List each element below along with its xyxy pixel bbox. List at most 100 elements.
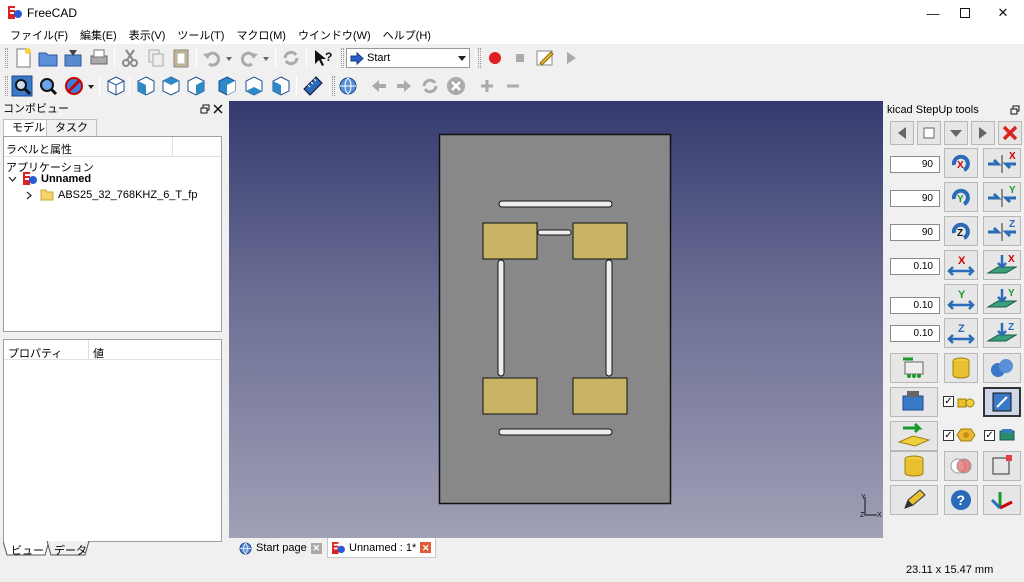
record-macro-icon[interactable] [484,47,506,69]
load-footprint-button[interactable] [890,353,938,383]
nav-close-button[interactable] [998,121,1022,145]
intersect-tool-button[interactable] [944,451,978,481]
reload-icon[interactable] [419,75,441,97]
export-model-button[interactable] [890,387,938,417]
nav-right-button[interactable] [971,121,995,145]
rotate-x-value[interactable]: 90 [890,156,940,173]
option-checkbox-3[interactable]: ✓ [984,430,995,441]
mirror-z-button[interactable]: Z [983,216,1021,246]
copy-icon[interactable] [145,47,167,69]
float-panel-icon[interactable] [1010,105,1020,115]
help-button[interactable]: ? [944,485,978,515]
save-icon[interactable] [62,47,84,69]
fit-all-icon[interactable] [11,75,33,97]
move-z-value[interactable]: 0.10 [890,325,940,342]
menu-tools[interactable]: ツール(T) [171,27,230,43]
tab-unnamed[interactable]: Unnamed : 1* ✕ [327,538,437,558]
axes-tool-button[interactable] [983,485,1021,515]
view-bottom-icon[interactable] [243,75,265,97]
nav-left-button[interactable] [890,121,914,145]
nav-stop-button[interactable] [917,121,941,145]
undo-dropdown-icon[interactable] [224,47,234,69]
cut-icon[interactable] [119,47,141,69]
toolbar-grip[interactable] [5,48,8,68]
rotate-y-button[interactable]: Y [944,182,978,212]
undo-icon[interactable] [201,47,223,69]
zoom-out-icon[interactable] [502,75,524,97]
rotate-x-button[interactable]: X [944,148,978,178]
fit-selection-icon[interactable] [37,75,59,97]
menu-window[interactable]: ウインドウ(W) [292,27,377,43]
view-front-icon[interactable] [135,75,157,97]
redo-icon[interactable] [238,47,260,69]
new-document-icon[interactable] [12,47,34,69]
3d-viewport[interactable]: Y X Z [229,101,883,538]
rotate-z-button[interactable]: Z [944,216,978,246]
redo-dropdown-icon[interactable] [261,47,271,69]
toolbar-grip[interactable] [478,48,481,68]
run-macro-icon[interactable] [560,47,582,69]
chevron-right-icon[interactable] [25,191,34,200]
tab-start-page[interactable]: Start page ✕ [235,538,326,558]
menu-help[interactable]: ヘルプ(H) [377,27,437,43]
align-y-button[interactable]: Y [983,284,1021,314]
menu-macro[interactable]: マクロ(M) [230,27,292,43]
tree-document[interactable]: Unnamed [41,173,91,185]
whats-this-icon[interactable]: ? [311,47,333,69]
menu-view[interactable]: 表示(V) [123,27,172,43]
fuse-tool-button[interactable] [983,353,1021,383]
tab-task[interactable]: タスク [46,119,97,137]
web-globe-icon[interactable] [337,75,359,97]
tab-view[interactable]: ビュー [11,542,44,558]
push-pcb-button[interactable] [890,421,938,451]
mirror-x-button[interactable]: X [983,148,1021,178]
option-checkbox-2[interactable]: ✓ [943,430,954,441]
close-tab-icon[interactable]: ✕ [310,542,322,554]
rotate-z-value[interactable]: 90 [890,224,940,241]
forward-arrow-icon[interactable] [393,75,415,97]
move-x-button[interactable]: X [944,250,978,280]
measure-icon[interactable] [302,75,324,97]
menu-edit[interactable]: 編集(E) [74,27,123,43]
nav-down-button[interactable] [944,121,968,145]
edit-tool-button[interactable] [890,485,938,515]
edit-macro-icon[interactable] [534,47,556,69]
move-y-value[interactable]: 0.10 [890,297,940,314]
float-panel-icon[interactable] [200,104,210,114]
cylinder-export-button[interactable] [890,451,938,481]
view-right-icon[interactable] [185,75,207,97]
align-z-button[interactable]: Z [983,318,1021,348]
sketch-tool-button[interactable] [983,451,1021,481]
view-isometric-icon[interactable] [105,75,127,97]
close-button[interactable]: ✕ [980,0,1024,26]
option-checkbox-1[interactable]: ✓ [943,396,954,407]
move-x-value[interactable]: 0.10 [890,258,940,275]
draw-style-dropdown-icon[interactable] [86,75,96,97]
open-folder-icon[interactable] [37,47,59,69]
draw-style-icon[interactable] [63,75,85,97]
tab-data[interactable]: データ [54,542,87,558]
close-panel-icon[interactable] [213,104,223,114]
back-arrow-icon[interactable] [368,75,390,97]
toggle-view-button[interactable] [983,387,1021,417]
menu-file[interactable]: ファイル(F) [4,27,74,43]
move-z-button[interactable]: Z [944,318,978,348]
view-left-icon[interactable] [270,75,292,97]
cylinder-tool-button[interactable] [944,353,978,383]
rotate-y-value[interactable]: 90 [890,190,940,207]
tree-group-item[interactable]: ABS25_32_768KHZ_6_T_fp [58,189,197,201]
move-y-button[interactable]: Y [944,284,978,314]
view-top-icon[interactable] [160,75,182,97]
chevron-down-icon[interactable] [8,175,17,184]
close-tab-icon[interactable]: ✕ [420,542,432,553]
paste-icon[interactable] [170,47,192,69]
view-rear-icon[interactable] [216,75,238,97]
mirror-y-button[interactable]: Y [983,182,1021,212]
zoom-in-icon[interactable] [476,75,498,97]
stop-macro-icon[interactable] [509,47,531,69]
toolbar-grip[interactable] [341,48,344,68]
workbench-selector[interactable]: Start [346,48,470,68]
print-icon[interactable] [88,47,110,69]
toolbar-grip[interactable] [5,76,8,96]
stop-loading-icon[interactable] [445,75,467,97]
